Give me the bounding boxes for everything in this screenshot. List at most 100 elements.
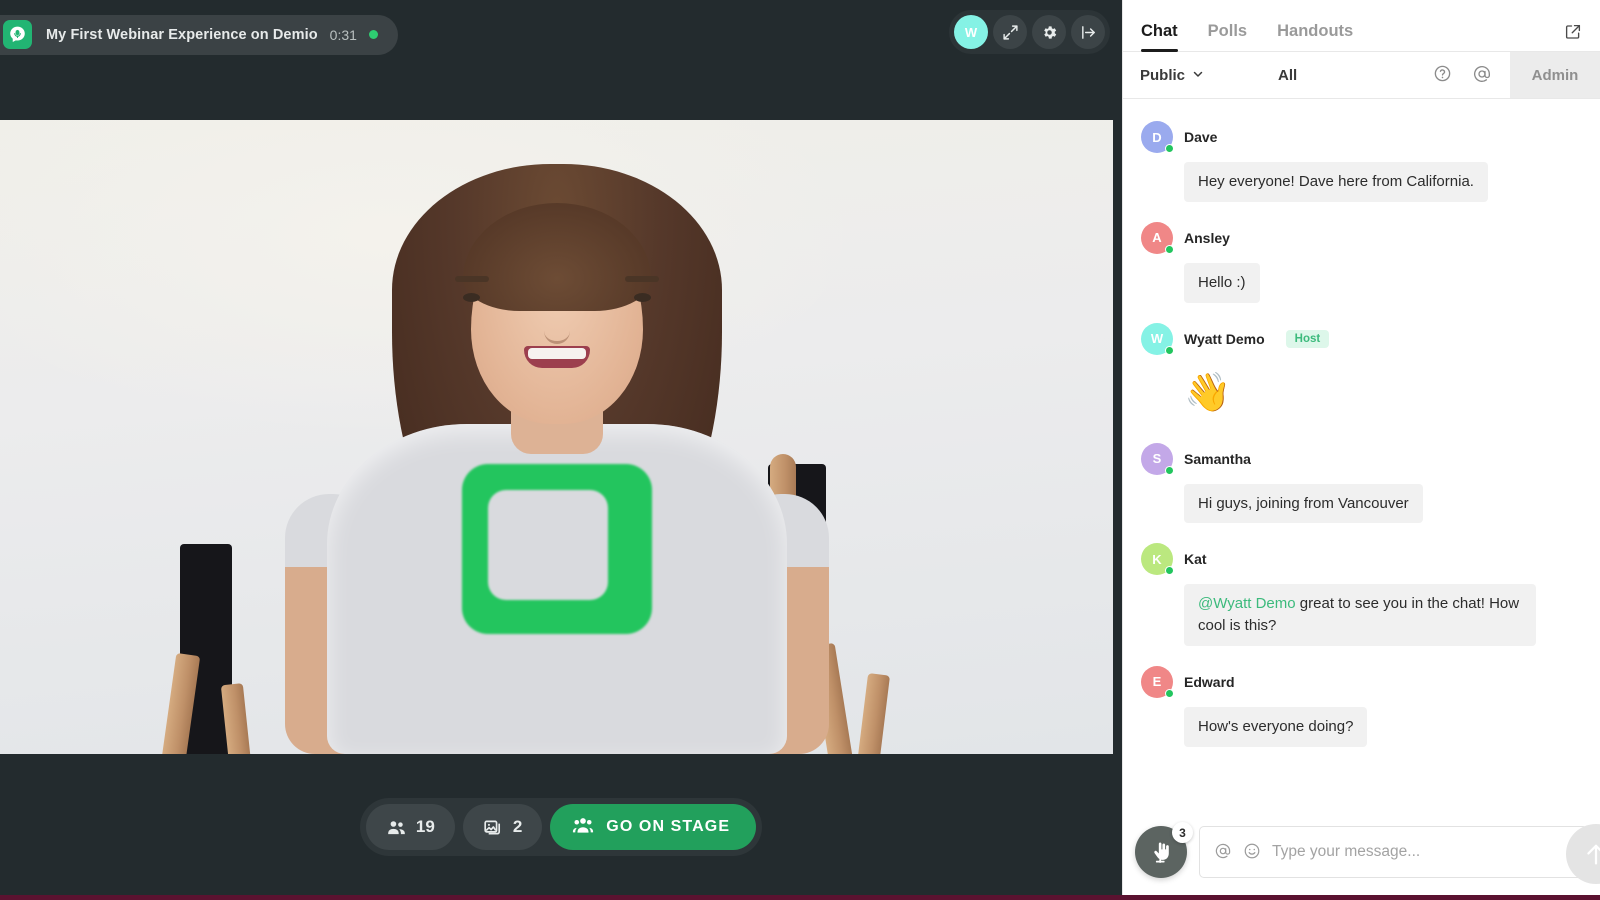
message-author: Kat bbox=[1184, 551, 1207, 568]
avatar-initial: W bbox=[1150, 331, 1164, 346]
message-header: E Edward bbox=[1141, 665, 1582, 698]
demio-logo-icon bbox=[3, 20, 32, 49]
raise-hand-button[interactable]: 3 bbox=[1135, 822, 1193, 878]
shirt-graphic bbox=[461, 464, 652, 634]
side-panel: Chat Polls Handouts Public All Admin D D… bbox=[1122, 0, 1600, 900]
avatar: E bbox=[1141, 665, 1174, 698]
chat-message: A Ansley Hello :) bbox=[1141, 221, 1582, 303]
question-circle-icon[interactable] bbox=[1433, 64, 1452, 86]
at-icon[interactable] bbox=[1214, 842, 1232, 863]
presenter-brow-left bbox=[454, 276, 489, 282]
tab-polls[interactable]: Polls bbox=[1208, 22, 1247, 51]
message-header: W Wyatt Demo Host bbox=[1141, 322, 1582, 355]
message-author: Edward bbox=[1184, 673, 1235, 690]
chair-right-leg-2 bbox=[855, 673, 891, 754]
chat-message: K Kat @Wyatt Demo great to see you in th… bbox=[1141, 543, 1582, 646]
visibility-selector[interactable]: Public bbox=[1140, 67, 1204, 84]
message-author: Ansley bbox=[1184, 229, 1230, 246]
avatar: A bbox=[1141, 221, 1174, 254]
avatar-initial: K bbox=[1152, 551, 1162, 567]
top-bar: My First Webinar Experience on Demio 0:3… bbox=[0, 0, 1122, 60]
message-bubble: Hello :) bbox=[1184, 262, 1260, 303]
host-badge: Host bbox=[1285, 329, 1330, 348]
smiley-icon[interactable] bbox=[1243, 842, 1261, 863]
attendees-count: 19 bbox=[415, 817, 435, 836]
materials-count: 2 bbox=[512, 817, 523, 836]
message-header: K Kat bbox=[1141, 543, 1582, 576]
stage-controls-bar: 19 2 GO ON STAGE bbox=[0, 754, 1122, 900]
avatar-initial: E bbox=[1152, 674, 1162, 690]
admin-tab[interactable]: Admin bbox=[1510, 52, 1600, 98]
online-dot bbox=[1165, 345, 1174, 355]
presenter-brow-right bbox=[624, 276, 659, 282]
people-icon bbox=[386, 817, 407, 838]
presenter-mouth bbox=[523, 346, 590, 368]
presenter-head bbox=[462, 203, 651, 424]
video-scene bbox=[0, 120, 1113, 754]
external-link-icon[interactable] bbox=[1564, 23, 1582, 41]
filter-left: Public All bbox=[1123, 52, 1510, 98]
message-author: Wyatt Demo bbox=[1184, 330, 1265, 347]
expand-button[interactable] bbox=[993, 15, 1027, 49]
chat-message: W Wyatt Demo Host 👋 bbox=[1141, 322, 1582, 423]
raise-hand-badge: 3 bbox=[1172, 822, 1193, 843]
presenter-video[interactable] bbox=[0, 120, 1113, 754]
online-dot bbox=[1165, 144, 1174, 153]
message-bubble: 👋 bbox=[1184, 371, 1232, 414]
avatar-initial: S bbox=[1152, 451, 1162, 467]
avatar-initial: A bbox=[1152, 230, 1162, 246]
message-bubble: Hey everyone! Dave here from California. bbox=[1184, 162, 1488, 202]
presenter-figure bbox=[277, 120, 837, 754]
attendees-button[interactable]: 19 bbox=[365, 804, 455, 850]
live-dot bbox=[368, 30, 378, 39]
panel-tabs: Chat Polls Handouts bbox=[1123, 0, 1600, 52]
message-input-box[interactable] bbox=[1199, 826, 1588, 878]
avatar: S bbox=[1141, 442, 1174, 475]
filter-icon-group bbox=[1433, 64, 1510, 87]
avatar: W bbox=[1141, 322, 1174, 355]
message-header: A Ansley bbox=[1141, 221, 1582, 254]
panel-filter-bar: Public All Admin bbox=[1123, 52, 1600, 99]
settings-button[interactable] bbox=[1032, 15, 1066, 49]
session-title: My First Webinar Experience on Demio bbox=[46, 26, 318, 43]
tab-chat[interactable]: Chat bbox=[1141, 22, 1178, 52]
chat-message: D Dave Hey everyone! Dave here from Cali… bbox=[1141, 121, 1582, 202]
bottom-edge-strip bbox=[0, 895, 1600, 900]
online-dot bbox=[1165, 688, 1174, 698]
online-dot bbox=[1165, 465, 1174, 475]
exit-button[interactable] bbox=[1071, 15, 1105, 49]
tab-handouts[interactable]: Handouts bbox=[1277, 22, 1353, 51]
presenter-eye-right bbox=[633, 293, 651, 302]
visibility-label: Public bbox=[1140, 66, 1186, 84]
group-icon bbox=[572, 814, 594, 841]
user-avatar[interactable]: W bbox=[954, 15, 988, 49]
go-on-stage-label: GO ON STAGE bbox=[606, 818, 731, 835]
online-dot bbox=[1165, 244, 1174, 254]
stage-area: My First Webinar Experience on Demio 0:3… bbox=[0, 0, 1122, 900]
avatar-initial: D bbox=[1152, 129, 1162, 145]
message-header: D Dave bbox=[1141, 121, 1582, 153]
scope-selector[interactable]: All bbox=[1278, 67, 1297, 84]
top-action-group: W bbox=[949, 10, 1110, 54]
webinar-room: My First Webinar Experience on Demio 0:3… bbox=[0, 0, 1600, 900]
message-input[interactable] bbox=[1272, 843, 1573, 861]
slides-icon bbox=[483, 817, 504, 838]
avatar: D bbox=[1141, 121, 1174, 153]
at-icon[interactable] bbox=[1472, 64, 1492, 87]
message-bubble: @Wyatt Demo great to see you in the chat… bbox=[1184, 584, 1536, 646]
message-author: Dave bbox=[1184, 129, 1218, 145]
session-title-pill: My First Webinar Experience on Demio 0:3… bbox=[0, 14, 398, 55]
materials-button[interactable]: 2 bbox=[462, 804, 543, 850]
message-bubble: How's everyone doing? bbox=[1184, 706, 1368, 747]
message-author: Samantha bbox=[1184, 450, 1251, 467]
session-elapsed: 0:31 bbox=[329, 26, 357, 43]
presenter-eye-left bbox=[462, 293, 480, 302]
chevron-down-icon bbox=[1192, 67, 1204, 84]
go-on-stage-button[interactable]: GO ON STAGE bbox=[550, 804, 757, 850]
avatar: K bbox=[1141, 543, 1174, 576]
message-mention[interactable]: @Wyatt Demo bbox=[1198, 595, 1296, 612]
chat-message: S Samantha Hi guys, joining from Vancouv… bbox=[1141, 442, 1582, 524]
online-dot bbox=[1165, 566, 1174, 576]
chat-message-list[interactable]: D Dave Hey everyone! Dave here from Cali… bbox=[1123, 99, 1600, 804]
chat-message: E Edward How's everyone doing? bbox=[1141, 665, 1582, 747]
